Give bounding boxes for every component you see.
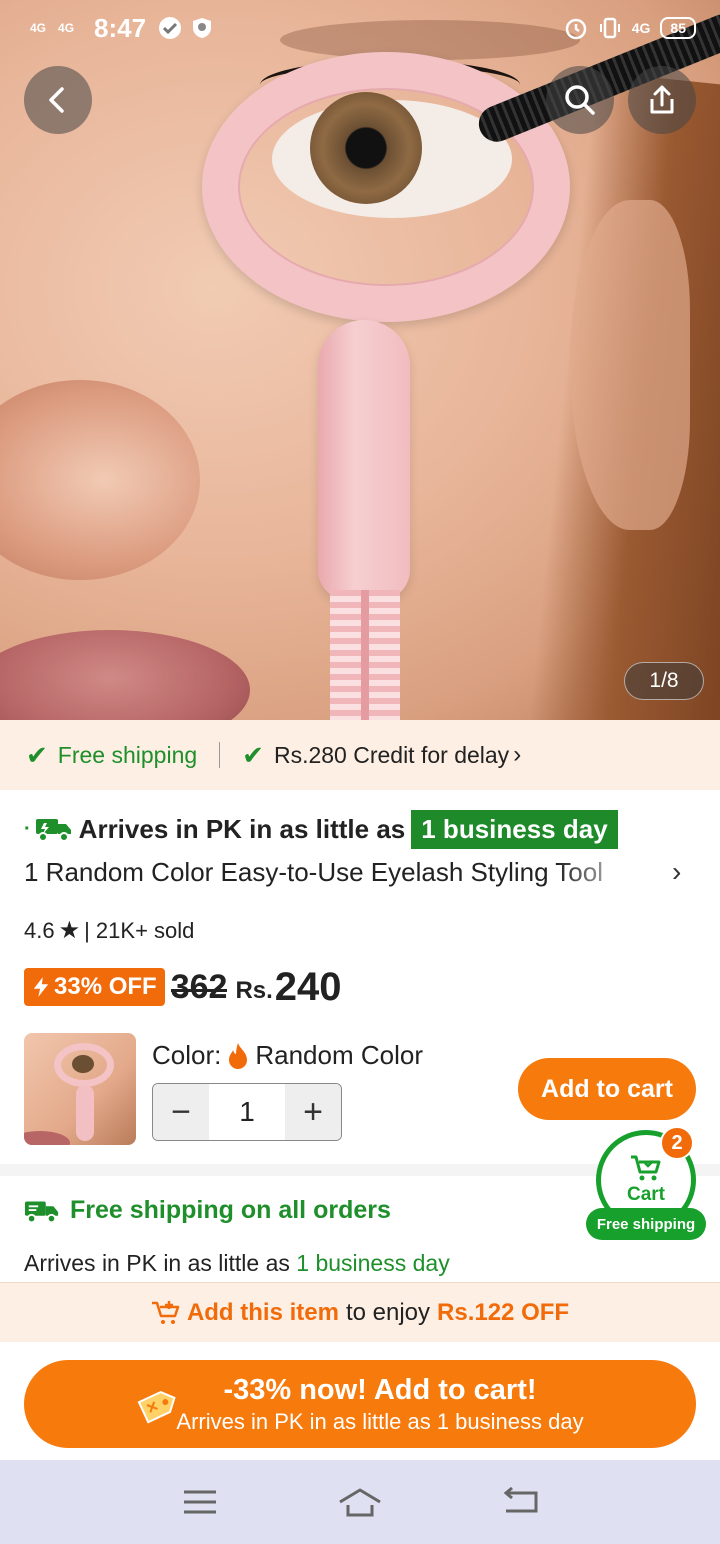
currency-label: Rs. [235, 977, 273, 1004]
buy-now-cta[interactable]: -33% now! Add to cart! Arrives in PK in … [24, 1360, 696, 1448]
free-shipping-headline: Free shipping on all orders [24, 1196, 391, 1225]
image-page-indicator: 1/8 [624, 662, 704, 700]
truck-icon [35, 819, 71, 842]
cart-label: Cart [626, 1184, 665, 1205]
truck-icon [24, 1201, 59, 1223]
share-button[interactable] [628, 66, 696, 134]
decrement-button[interactable]: − [153, 1084, 209, 1140]
sold-count: | 21K+ sold [84, 917, 195, 943]
color-selector[interactable]: Color: Random Color [152, 1040, 423, 1071]
battery-indicator: 85 [660, 17, 696, 39]
color-value: Random Color [255, 1040, 423, 1070]
quantity-value[interactable]: 1 [209, 1084, 285, 1140]
network-type: 4G [631, 20, 651, 36]
thumb-lips [24, 1131, 70, 1145]
home-nav-button[interactable] [336, 1482, 384, 1522]
search-icon [565, 85, 595, 115]
vibrate-icon [599, 17, 620, 39]
rating-value: 4.6 [24, 917, 55, 943]
cta-subline: Arrives in PK in as little as 1 business… [176, 1408, 584, 1434]
product-title[interactable]: 1 Random Color Easy-to-Use Eyelash Styli… [24, 852, 644, 892]
search-button[interactable] [546, 66, 614, 134]
credit-link[interactable]: Rs.280 Credit for delay [274, 742, 509, 769]
menu-icon [184, 1490, 216, 1514]
current-price: 240 [274, 964, 342, 1009]
cart-icon [631, 1155, 661, 1181]
shipping-arrival: Arrives in PK in as little as 1 business… [24, 1250, 450, 1277]
shipping-arrival-highlight: 1 business day [296, 1250, 450, 1276]
shield-icon [193, 18, 212, 38]
hero-lips [0, 630, 250, 720]
divider [219, 742, 221, 768]
discount-badge: 33% OFF [24, 968, 165, 1006]
cta-headline: -33% now! Add to cart! [223, 1373, 537, 1406]
hero-tool-ring [202, 52, 570, 322]
home-icon [339, 1488, 381, 1517]
share-icon [650, 85, 674, 114]
clock: 8:47 [94, 12, 147, 43]
hero-ear [570, 200, 690, 530]
chevron-right-icon: › [513, 741, 522, 768]
back-arrow-icon [503, 1486, 538, 1513]
rating-line: 4.6 ★ | 21K+ sold [24, 916, 194, 945]
status-bar: 4G 4G 8:47 4G 85 [0, 0, 720, 56]
check-circle-icon [159, 17, 182, 39]
variant-thumbnail[interactable] [24, 1033, 136, 1145]
increment-button[interactable]: + [285, 1084, 341, 1140]
check-icon: ✔ [242, 739, 264, 770]
system-nav-bar [0, 1460, 720, 1544]
check-icon: ✔ [26, 739, 48, 770]
product-page: 1/8 4G 4G 8:47 4G 85 ✔ Free shipping ✔ R… [0, 0, 720, 1544]
hero-nose [0, 380, 200, 580]
quantity-stepper: − 1 + [152, 1083, 342, 1141]
arrival-text: Arrives in PK in as little as [78, 813, 406, 844]
status-right: 4G 85 [564, 16, 696, 40]
promo-add-item: Add this item [186, 1298, 339, 1326]
thumb-eye [72, 1055, 94, 1073]
business-day-badge: 1 business day [411, 809, 618, 849]
alarm-icon [565, 18, 586, 40]
promo-discount: Rs.122 OFF [437, 1298, 570, 1326]
bullet-dot: · [24, 817, 31, 840]
discount-text: 33% OFF [54, 973, 157, 1000]
hero-tool-handle [318, 320, 410, 600]
price-tag-icon [137, 1390, 176, 1424]
back-nav-button[interactable] [496, 1482, 544, 1522]
thumb-tool-handle [76, 1085, 94, 1141]
chevron-left-icon [49, 87, 64, 113]
hero-tool-comb [330, 590, 400, 720]
cart-plus-icon [151, 1300, 180, 1324]
free-shipping-text: Free shipping on all orders [70, 1196, 391, 1224]
menu-nav-button[interactable] [176, 1482, 224, 1522]
color-label: Color: [152, 1040, 222, 1070]
benefits-strip: ✔ Free shipping ✔ Rs.280 Credit for dela… [0, 720, 720, 790]
shipping-arrival-text: Arrives in PK in as little as [24, 1250, 290, 1276]
arrival-line: · Arrives in PK in as little as 1 busine… [24, 808, 618, 850]
back-button[interactable] [24, 66, 92, 134]
signal-1: 4G [30, 21, 47, 35]
cart-free-shipping-tag: Free shipping [586, 1208, 706, 1240]
flash-icon [33, 977, 49, 997]
star-icon: ★ [58, 917, 81, 944]
chevron-right-icon[interactable]: › [672, 856, 681, 888]
signal-2: 4G [58, 21, 75, 35]
free-shipping-label: Free shipping [57, 741, 198, 768]
cart-count-badge: 2 [660, 1126, 694, 1160]
original-price: 362 [170, 967, 228, 1006]
flame-icon [229, 1042, 248, 1069]
add-to-cart-button[interactable]: Add to cart [518, 1058, 696, 1120]
promo-to-enjoy: to enjoy [345, 1298, 431, 1326]
promo-strip[interactable]: Add this item to enjoy Rs.122 OFF [0, 1282, 720, 1342]
price-line: 33% OFF 362 Rs. 240 [24, 962, 342, 1012]
